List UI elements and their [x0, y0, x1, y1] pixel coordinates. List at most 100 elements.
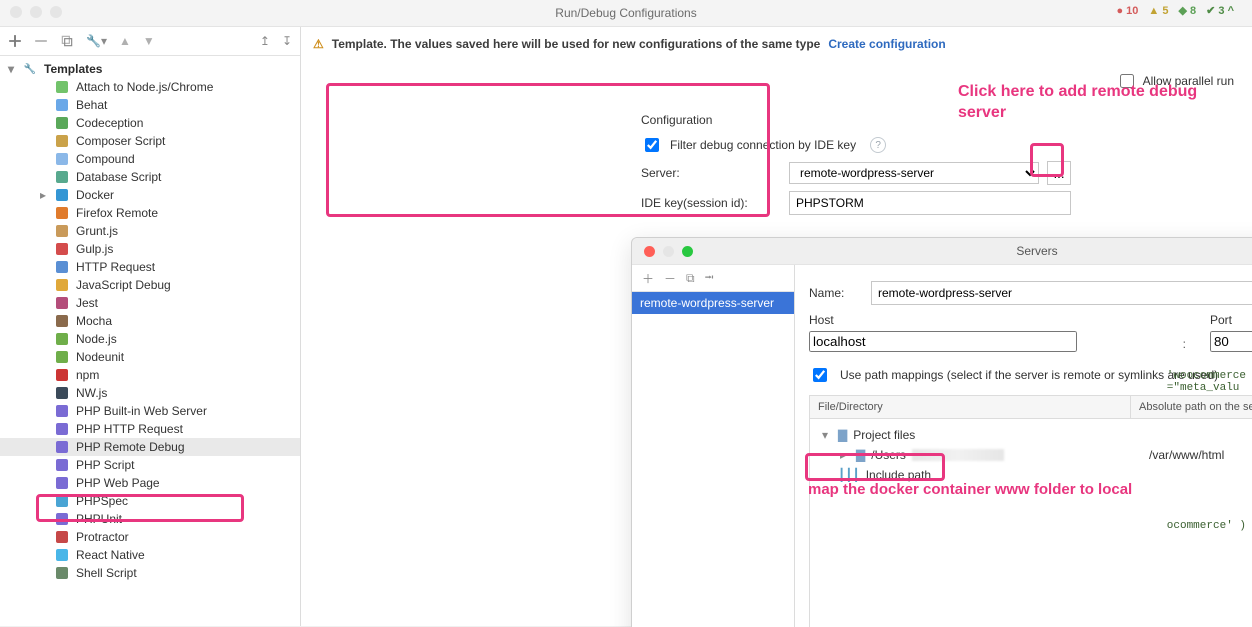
typo-count[interactable]: ✔ 3 ^	[1206, 4, 1234, 17]
create-configuration-link[interactable]: Create configuration	[828, 37, 945, 51]
sidebar-item[interactable]: ▸Docker	[0, 186, 300, 204]
use-path-mappings-checkbox[interactable]	[813, 368, 827, 382]
sidebar-item[interactable]: Node.js	[0, 330, 300, 348]
add-icon[interactable]: ＋	[642, 270, 654, 287]
sidebar-item[interactable]: Firefox Remote	[0, 204, 300, 222]
col-abs-path[interactable]: Absolute path on the server	[1131, 396, 1252, 418]
server-select[interactable]: remote-wordpress-server	[789, 162, 1039, 184]
server-name-label: Name:	[809, 286, 861, 300]
zoom-icon[interactable]	[50, 6, 62, 18]
sidebar-item[interactable]: PHPUnit	[0, 510, 300, 528]
server-name-input[interactable]	[871, 281, 1252, 305]
col-file-dir[interactable]: File/Directory	[810, 396, 1131, 418]
users-path-node[interactable]: ▸ ▇ /Users	[836, 448, 1004, 462]
sidebar-item-label: Codeception	[76, 116, 143, 130]
sidebar-item[interactable]: Shell Script	[0, 564, 300, 582]
sidebar-item[interactable]: JavaScript Debug	[0, 276, 300, 294]
template-icon	[54, 511, 70, 527]
sidebar-item[interactable]: PHP Script	[0, 456, 300, 474]
sidebar-item[interactable]: Composer Script	[0, 132, 300, 150]
sidebar-item[interactable]: Database Script	[0, 168, 300, 186]
sidebar-item-label: Attach to Node.js/Chrome	[76, 80, 213, 94]
templates-root[interactable]: ▾ 🔧 Templates	[0, 60, 300, 78]
add-icon[interactable]	[8, 34, 22, 48]
sidebar-item[interactable]: Grunt.js	[0, 222, 300, 240]
weak-count[interactable]: ◆ 8	[1178, 4, 1196, 17]
sidebar-item-label: Grunt.js	[76, 224, 118, 238]
template-icon	[54, 151, 70, 167]
template-icon	[54, 277, 70, 293]
sidebar-item[interactable]: PHP Web Page	[0, 474, 300, 492]
filter-ide-key-checkbox[interactable]	[645, 138, 659, 152]
include-icon: ┃┃┃	[838, 468, 860, 482]
zoom-icon[interactable]	[682, 246, 693, 257]
editor-peek: 'woocommerce="meta_valu	[1167, 370, 1246, 394]
sidebar-item[interactable]: Jest	[0, 294, 300, 312]
sidebar-item[interactable]: npm	[0, 366, 300, 384]
sidebar-item[interactable]: NW.js	[0, 384, 300, 402]
close-icon[interactable]	[644, 246, 655, 257]
window-traffic-lights[interactable]	[10, 6, 62, 18]
sidebar-item[interactable]: Mocha	[0, 312, 300, 330]
sidebar-item-label: Protractor	[76, 530, 129, 544]
include-path-node[interactable]: ┃┃┃ Include path	[818, 465, 1252, 485]
sidebar-item[interactable]: Protractor	[0, 528, 300, 546]
import-icon[interactable]: ⭲	[705, 268, 714, 289]
sidebar-item-label: Behat	[76, 98, 107, 112]
allow-parallel-checkbox[interactable]	[1120, 74, 1134, 88]
server-list-item[interactable]: remote-wordpress-server	[632, 292, 794, 314]
sidebar-item-label: Gulp.js	[76, 242, 113, 256]
tree-expand-icon[interactable]: ↥	[260, 34, 270, 48]
banner-text: Template. The values saved here will be …	[332, 37, 821, 51]
remove-icon[interactable]: －	[664, 270, 676, 287]
sidebar-item-label: PHP HTTP Request	[76, 422, 183, 436]
template-icon	[54, 547, 70, 563]
sidebar-item[interactable]: PHP HTTP Request	[0, 420, 300, 438]
close-icon[interactable]	[10, 6, 22, 18]
sidebar-item[interactable]: PHPSpec	[0, 492, 300, 510]
sidebar-item[interactable]: PHP Built-in Web Server	[0, 402, 300, 420]
port-input[interactable]	[1210, 331, 1252, 352]
error-count[interactable]: ● 10	[1116, 5, 1138, 17]
minimize-icon[interactable]	[663, 246, 674, 257]
up-icon[interactable]: ▲	[119, 34, 131, 48]
sidebar-item-label: Node.js	[76, 332, 117, 346]
sidebar-item-label: PHP Built-in Web Server	[76, 404, 207, 418]
tree-collapse-icon[interactable]: ↧	[282, 34, 292, 48]
settings-icon[interactable]: 🔧▾	[86, 34, 107, 48]
project-files-node[interactable]: ▾ ▇ Project files	[818, 425, 1252, 445]
sidebar-item[interactable]: Gulp.js	[0, 240, 300, 258]
abs-path-cell[interactable]: /var/www/html	[1149, 448, 1252, 462]
allow-parallel-run[interactable]: Allow parallel run	[1116, 71, 1234, 91]
warning-count[interactable]: ▲ 5	[1148, 5, 1168, 17]
sidebar-item[interactable]: Nodeunit	[0, 348, 300, 366]
server-browse-button[interactable]: ...	[1047, 161, 1071, 185]
remove-icon[interactable]	[34, 34, 48, 48]
templates-tree[interactable]: ▾ 🔧 Templates Attach to Node.js/Chrome Be…	[0, 56, 300, 586]
help-icon[interactable]: ?	[870, 137, 886, 153]
copy-icon[interactable]: ⧉	[686, 271, 695, 286]
sidebar-item[interactable]: Codeception	[0, 114, 300, 132]
sidebar-item[interactable]: Compound	[0, 150, 300, 168]
sidebar-item[interactable]: Attach to Node.js/Chrome	[0, 78, 300, 96]
sidebar-item[interactable]: HTTP Request	[0, 258, 300, 276]
use-path-mappings-label: Use path mappings (select if the server …	[840, 368, 1218, 382]
template-icon	[54, 295, 70, 311]
minimize-icon[interactable]	[30, 6, 42, 18]
sidebar-item[interactable]: PHP Remote Debug	[0, 438, 300, 456]
sidebar-item[interactable]: Behat	[0, 96, 300, 114]
servers-traffic-lights[interactable]	[644, 246, 693, 257]
copy-icon[interactable]	[60, 34, 74, 48]
port-label: Port	[1210, 313, 1252, 327]
sidebar-item-label: npm	[76, 368, 99, 382]
server-label: Server:	[641, 166, 781, 180]
host-input[interactable]	[809, 331, 1077, 352]
warning-icon: ⚠	[313, 37, 324, 51]
sidebar-item-label: PHP Remote Debug	[76, 440, 185, 454]
down-icon[interactable]: ▼	[143, 34, 155, 48]
template-icon	[54, 475, 70, 491]
idekey-input[interactable]	[789, 191, 1071, 215]
template-icon	[54, 529, 70, 545]
sidebar-item[interactable]: React Native	[0, 546, 300, 564]
sidebar-item-label: Firefox Remote	[76, 206, 158, 220]
